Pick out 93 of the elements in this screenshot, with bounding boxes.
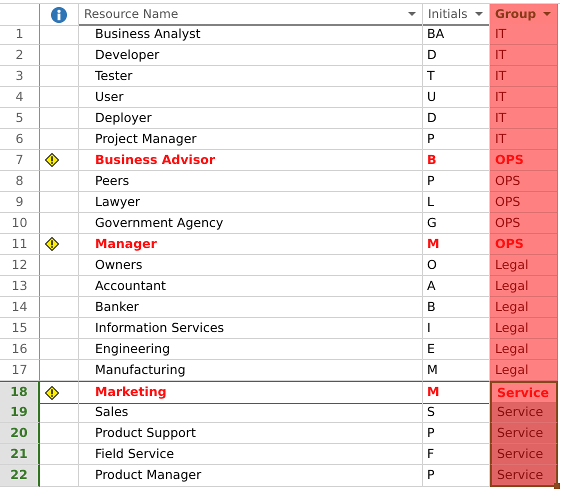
dropdown-arrow-icon[interactable]	[408, 12, 416, 16]
row-number[interactable]: 11	[0, 234, 40, 255]
row-number[interactable]: 15	[0, 318, 40, 339]
indicator-cell	[40, 465, 79, 487]
row-number[interactable]: 2	[0, 45, 40, 66]
table-cell: Legal	[490, 339, 558, 360]
row-number[interactable]: 3	[0, 66, 40, 87]
dropdown-arrow-icon[interactable]	[475, 12, 483, 16]
row-number[interactable]: 18	[0, 381, 40, 404]
table-cell: Service	[490, 423, 558, 444]
fill-handle[interactable]	[554, 483, 560, 489]
table-cell: OPS	[490, 171, 558, 192]
dropdown-arrow-icon[interactable]	[543, 12, 551, 16]
table-cell: Engineering	[79, 339, 423, 360]
table-cell: Legal	[490, 297, 558, 318]
table-cell: IT	[490, 87, 558, 108]
indicator-cell	[40, 276, 79, 297]
row-number[interactable]: 20	[0, 423, 40, 444]
table-cell: Service	[490, 444, 558, 465]
table-cell: Accountant	[79, 276, 423, 297]
row-number[interactable]: 1	[0, 24, 40, 45]
table-cell: Government Agency	[79, 213, 423, 234]
table-cell: Marketing	[79, 381, 423, 404]
warning-icon	[45, 386, 59, 400]
table-cell: Lawyer	[79, 192, 423, 213]
row-number[interactable]: 6	[0, 129, 40, 150]
row-number[interactable]: 14	[0, 297, 40, 318]
table-cell: OPS	[490, 150, 558, 171]
table-cell: Field Service	[79, 444, 423, 465]
row-number[interactable]: 22	[0, 465, 40, 487]
row-number[interactable]: 21	[0, 444, 40, 465]
table-cell: OPS	[490, 234, 558, 255]
header-label: Initials	[428, 6, 468, 23]
table-cell: Product Manager	[79, 465, 423, 487]
header-label: Group	[495, 6, 536, 23]
indicator-cell	[40, 360, 79, 381]
table-cell: Service	[490, 402, 558, 423]
table-cell: OPS	[490, 192, 558, 213]
table-cell: Information Services	[79, 318, 423, 339]
indicator-cell	[40, 87, 79, 108]
table-cell: Legal	[490, 276, 558, 297]
row-number[interactable]: 16	[0, 339, 40, 360]
table-cell: IT	[490, 45, 558, 66]
row-number[interactable]: 9	[0, 192, 40, 213]
indicator-cell	[40, 45, 79, 66]
table-cell: Manager	[79, 234, 423, 255]
row-number[interactable]: 8	[0, 171, 40, 192]
warning-icon	[45, 153, 59, 167]
table-cell: IT	[490, 66, 558, 87]
table-cell: OPS	[490, 213, 558, 234]
column-header[interactable]: Group	[490, 4, 558, 26]
table-cell: Tester	[79, 66, 423, 87]
row-number[interactable]: 7	[0, 150, 40, 171]
table-cell: User	[79, 87, 423, 108]
header-label: Resource Name	[84, 6, 178, 23]
row-number[interactable]: 10	[0, 213, 40, 234]
table-cell: Legal	[490, 318, 558, 339]
table-cell: Service	[490, 381, 558, 404]
table-cell: Manufacturing	[79, 360, 423, 381]
corner-cell[interactable]	[0, 4, 40, 26]
row-number[interactable]: 19	[0, 402, 40, 423]
table-cell: Peers	[79, 171, 423, 192]
indicator-cell	[40, 66, 79, 87]
table-cell: Business Advisor	[79, 150, 423, 171]
indicator-cell	[40, 297, 79, 318]
row-number[interactable]: 4	[0, 87, 40, 108]
indicator-cell	[40, 108, 79, 129]
indicator-cell	[40, 339, 79, 360]
table-cell: Banker	[79, 297, 423, 318]
table-cell: Legal	[490, 255, 558, 276]
indicator-cell	[40, 444, 79, 465]
column-header[interactable]: Resource Name	[79, 4, 423, 26]
table-cell: IT	[490, 108, 558, 129]
table-cell: Product Support	[79, 423, 423, 444]
row-number[interactable]: 5	[0, 108, 40, 129]
indicator-cell	[40, 192, 79, 213]
table-cell: Legal	[490, 360, 558, 381]
table-cell: Developer	[79, 45, 423, 66]
warning-icon	[45, 237, 59, 251]
row-number[interactable]: 13	[0, 276, 40, 297]
table-cell: Sales	[79, 402, 423, 423]
table-cell: Business Analyst	[79, 24, 423, 45]
indicator-cell	[40, 318, 79, 339]
table-cell: Owners	[79, 255, 423, 276]
table-cell: IT	[490, 129, 558, 150]
indicator-cell	[40, 402, 79, 423]
table-cell: Service	[490, 465, 558, 487]
table-cell: IT	[490, 24, 558, 45]
table-cell: Project Manager	[79, 129, 423, 150]
row-number[interactable]: 12	[0, 255, 40, 276]
info-icon	[50, 6, 66, 22]
table-cell: Deployer	[79, 108, 423, 129]
indicator-cell	[40, 423, 79, 444]
